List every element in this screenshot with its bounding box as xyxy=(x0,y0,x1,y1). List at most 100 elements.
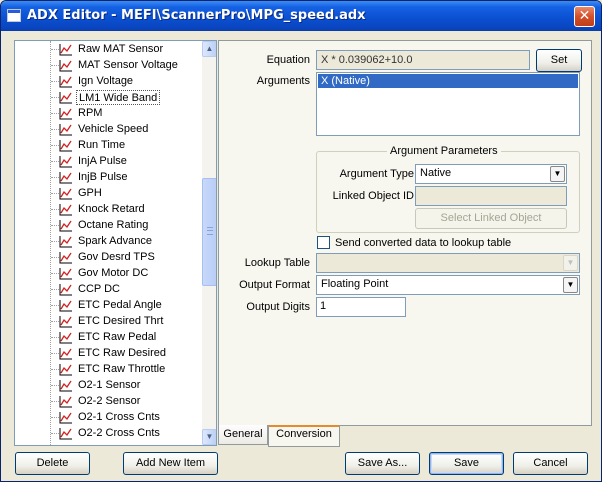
tree-item[interactable]: Spark Advance xyxy=(15,233,201,249)
tree-item[interactable]: RPM xyxy=(15,105,201,121)
linked-object-field[interactable] xyxy=(415,186,567,206)
linked-object-label: Linked Object ID xyxy=(332,190,414,202)
tree-item-label: LM1 Wide Band xyxy=(76,90,161,105)
tree-item-label: ETC Raw Desired xyxy=(78,347,167,359)
output-digits-field[interactable]: 1 xyxy=(316,297,406,317)
argument-item[interactable]: X (Native) xyxy=(318,74,578,88)
tree-branch-line xyxy=(51,113,59,114)
gauge-graph-icon xyxy=(59,347,73,360)
chevron-down-icon[interactable]: ▼ xyxy=(563,255,578,271)
set-button[interactable]: Set xyxy=(536,49,582,72)
gauge-graph-icon xyxy=(59,315,73,328)
tree-item[interactable]: Ign Voltage xyxy=(15,73,201,89)
gauge-graph-icon xyxy=(59,283,73,296)
send-lookup-checkbox[interactable] xyxy=(317,236,330,249)
tree-item[interactable]: Knock Retard xyxy=(15,201,201,217)
tree-scrollbar[interactable]: ▲ ▼ xyxy=(202,41,216,445)
gauge-graph-icon xyxy=(59,427,73,440)
tree-item[interactable]: ETC Raw Pedal xyxy=(15,329,201,345)
arguments-list[interactable]: X (Native) xyxy=(316,72,580,136)
tree-item-label: InjA Pulse xyxy=(78,155,127,167)
tree-item[interactable]: ETC Pedal Angle xyxy=(15,297,201,313)
tree-item[interactable]: GPH xyxy=(15,185,201,201)
add-new-item-button[interactable]: Add New Item xyxy=(123,452,218,475)
tab-general[interactable]: General xyxy=(218,425,268,445)
lookup-table-select[interactable]: ▼ xyxy=(316,253,580,273)
tree-item[interactable]: Gov Motor DC xyxy=(15,265,201,281)
chevron-down-icon[interactable]: ▼ xyxy=(550,166,565,182)
save-as-button[interactable]: Save As... xyxy=(345,452,420,475)
tree-item-label: Octane Rating xyxy=(78,219,149,231)
tree-item[interactable]: Raw MAT Sensor xyxy=(15,41,201,57)
argument-type-select[interactable]: Native ▼ xyxy=(415,164,567,184)
tree-item[interactable]: LM1 Wide Band xyxy=(15,89,201,105)
output-digits-label: Output Digits xyxy=(246,301,310,313)
tree-item[interactable]: O2-2 Sensor xyxy=(15,393,201,409)
tree-item[interactable]: O2-1 Sensor xyxy=(15,377,201,393)
delete-button[interactable]: Delete xyxy=(15,452,90,475)
tree-item[interactable]: O2-2 Cross Cnts xyxy=(15,425,201,441)
tree-branch-line xyxy=(51,177,59,178)
tree-branch-line xyxy=(51,337,59,338)
tree-branch-line xyxy=(51,257,59,258)
tree-item-label: Gov Desrd TPS xyxy=(78,251,155,263)
tree-item-label: Knock Retard xyxy=(78,203,145,215)
tree-item[interactable]: CCP DC xyxy=(15,281,201,297)
send-lookup-label[interactable]: Send converted data to lookup table xyxy=(335,237,511,249)
gauge-graph-icon xyxy=(59,235,73,248)
cancel-button[interactable]: Cancel xyxy=(513,452,588,475)
tree-item-label: O2-1 Sensor xyxy=(78,379,141,391)
output-format-select[interactable]: Floating Point ▼ xyxy=(316,275,580,295)
tree-item[interactable]: InjA Pulse xyxy=(15,153,201,169)
tree-branch-line xyxy=(51,145,59,146)
equation-field[interactable]: X * 0.039062+10.0 xyxy=(316,50,530,70)
gauge-graph-icon xyxy=(59,107,73,120)
tree-item[interactable]: Gov Desrd TPS xyxy=(15,249,201,265)
gauge-graph-icon xyxy=(59,139,73,152)
gauge-graph-icon xyxy=(59,251,73,264)
item-tree[interactable]: Raw MAT Sensor MAT Sensor Voltage Ign Volt… xyxy=(14,40,217,446)
tree-item-label: ETC Pedal Angle xyxy=(78,299,162,311)
gauge-graph-icon xyxy=(59,363,73,376)
output-format-value: Floating Point xyxy=(321,278,389,290)
tree-item[interactable]: Run Time xyxy=(15,137,201,153)
tree-item[interactable]: O2-1 Cross Cnts xyxy=(15,409,201,425)
chevron-down-icon[interactable]: ▼ xyxy=(563,277,578,293)
gauge-graph-icon xyxy=(59,59,73,72)
tree-item[interactable]: Vehicle Speed xyxy=(15,121,201,137)
tree-item[interactable]: InjB Pulse xyxy=(15,169,201,185)
save-button[interactable]: Save xyxy=(429,452,504,475)
tree-item[interactable]: ETC Raw Desired xyxy=(15,345,201,361)
gauge-graph-icon xyxy=(59,267,73,280)
tree-item-label: MAT Sensor Voltage xyxy=(78,59,178,71)
close-button[interactable]: ✕ xyxy=(574,6,595,27)
tree-item-label: ETC Desired Thrt xyxy=(78,315,164,327)
argument-type-label: Argument Type xyxy=(339,168,414,180)
scroll-grip-icon xyxy=(207,227,213,235)
output-format-label: Output Format xyxy=(239,279,310,291)
tree-item-label: O2-2 Cross Cnts xyxy=(78,427,160,439)
tree-item[interactable]: ETC Desired Thrt xyxy=(15,313,201,329)
conversion-tab-panel: Equation X * 0.039062+10.0 Set Arguments… xyxy=(218,40,592,426)
scroll-down-button[interactable]: ▼ xyxy=(202,429,216,445)
tree-branch-line xyxy=(51,81,59,82)
select-linked-object-button[interactable]: Select Linked Object xyxy=(415,208,567,229)
tree-item[interactable]: ETC Raw Throttle xyxy=(15,361,201,377)
tree-item-label: ETC Raw Pedal xyxy=(78,331,157,343)
scroll-thumb[interactable] xyxy=(202,178,216,286)
scroll-up-button[interactable]: ▲ xyxy=(202,41,216,57)
title-bar[interactable]: ADX Editor - MEFI\ScannerPro\MPG_speed.a… xyxy=(1,1,601,31)
gauge-graph-icon xyxy=(59,91,73,104)
tree-item[interactable]: Octane Rating xyxy=(15,217,201,233)
tree-item-label: GPH xyxy=(78,187,102,199)
tree-branch-line xyxy=(51,369,59,370)
tree-branch-line xyxy=(51,241,59,242)
lookup-table-label: Lookup Table xyxy=(244,257,310,269)
tree-branch-line xyxy=(51,161,59,162)
tree-item-label: Ign Voltage xyxy=(78,75,134,87)
tab-conversion[interactable]: Conversion xyxy=(268,425,340,447)
tree-item[interactable]: MAT Sensor Voltage xyxy=(15,57,201,73)
tree-branch-line xyxy=(51,97,59,98)
tree-branch-line xyxy=(51,417,59,418)
tree-branch-line xyxy=(51,273,59,274)
